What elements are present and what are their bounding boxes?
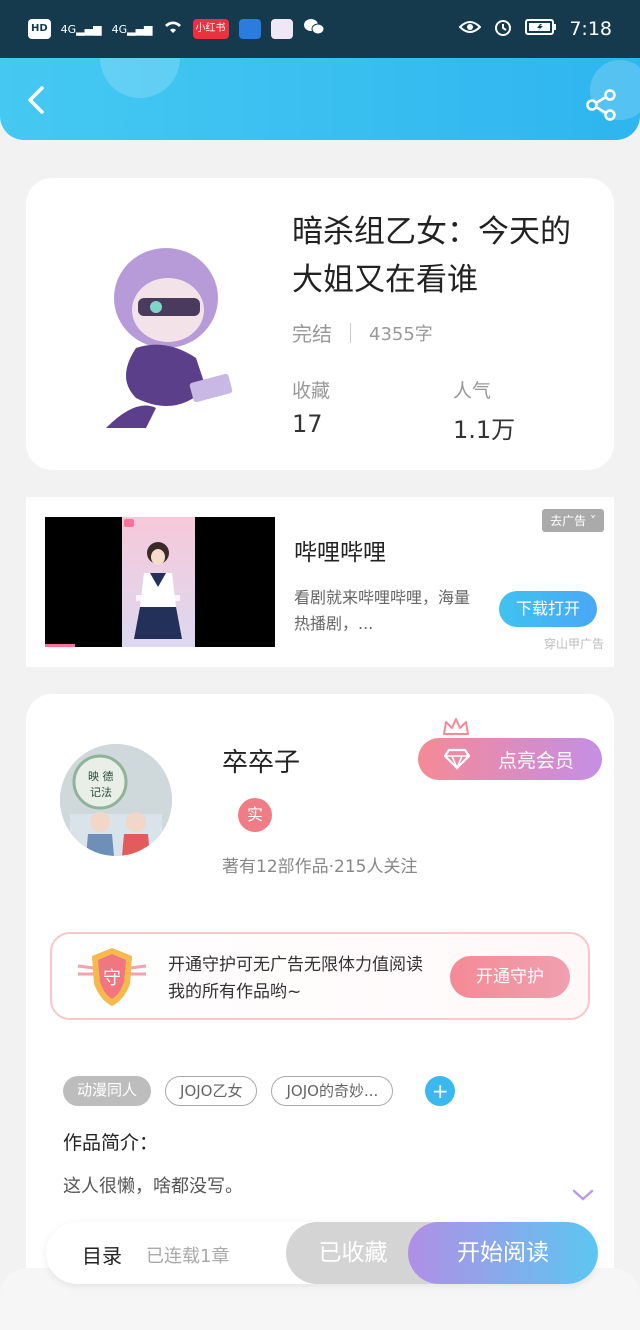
ad-download-button[interactable]: 下载打开 — [499, 591, 597, 627]
ad-video-frame — [122, 517, 195, 647]
alarm-icon — [493, 17, 513, 42]
author-stats: 著有12部作品·215人关注 — [222, 857, 418, 877]
toc-button[interactable]: 目录 — [82, 1240, 122, 1269]
ad-source-label: 穿山甲广告 — [543, 637, 604, 651]
svg-text:映 德: 映 德 — [88, 769, 114, 783]
shield-guard-icon: 守 — [77, 948, 147, 1006]
ad-video-thumbnail[interactable] — [45, 517, 275, 647]
wechat-icon — [303, 18, 325, 40]
chevron-down-icon[interactable] — [572, 1188, 594, 1202]
svg-text:守: 守 — [103, 968, 121, 989]
crown-icon — [443, 718, 469, 735]
collect-label: 收藏 — [292, 380, 331, 402]
book-status: 完结 — [292, 322, 332, 346]
battery-icon — [525, 18, 557, 40]
tag-item[interactable]: JOJO乙女 — [165, 1076, 258, 1106]
bottom-action-bar: 目录 已连载1章 已收藏 开始阅读 — [46, 1222, 598, 1284]
diamond-icon — [444, 748, 470, 770]
author-name: 卒卒子 — [222, 748, 301, 778]
tag-list: 动漫同人 JOJO乙女 JOJO的奇妙... + — [63, 1076, 456, 1106]
intro-title: 作品简介： — [63, 1132, 159, 1154]
intro-text: 这人很懒，啥都没写。 — [63, 1176, 243, 1197]
book-meta: 完结 4355字 — [292, 318, 433, 347]
ad-title: 哔哩哔哩 — [294, 540, 386, 566]
share-icon — [586, 89, 616, 121]
vip-button[interactable]: 点亮会员 — [418, 738, 602, 780]
book-cover-image — [96, 228, 266, 448]
eye-icon — [458, 18, 482, 40]
signal-icon-2: 4G▂▄▆ — [111, 22, 153, 36]
status-bar: HD 4G▂▄▆ 4G▂▄▆ 小红书 7:18 — [0, 0, 640, 58]
ad-description: 看剧就来哔哩哔哩，海量热播剧，... — [294, 588, 471, 633]
book-title: 暗杀组乙女：今天的大姐又在看谁 — [292, 214, 571, 298]
ad-progress-bar — [45, 644, 75, 647]
meta-divider — [350, 322, 351, 343]
app-notification-icon — [238, 19, 261, 39]
back-button[interactable] — [20, 82, 56, 118]
book-info-card: 暗杀组乙女：今天的大姐又在看谁 完结 4355字 收藏 17 人气 1.1万 — [26, 178, 614, 470]
tag-item[interactable]: 动漫同人 — [63, 1076, 152, 1106]
signal-icon-1: 4G▂▄▆ — [60, 22, 102, 36]
collected-label: 已收藏 — [318, 1240, 388, 1266]
back-arrow-icon — [28, 86, 44, 114]
add-tag-button[interactable]: + — [425, 1076, 456, 1106]
open-guard-button[interactable]: 开通守护 — [450, 956, 570, 998]
hd-indicator: HD — [28, 19, 51, 39]
wifi-icon — [163, 19, 183, 39]
tag-item[interactable]: JOJO的奇妙... — [271, 1076, 394, 1106]
vip-button-label: 点亮会员 — [497, 749, 574, 772]
word-count: 4355字 — [369, 323, 433, 345]
ad-banner[interactable]: 哔哩哔哩 看剧就来哔哩哔哩，海量热播剧，... 去广告 ˅ 下载打开 穿山甲广告 — [26, 497, 614, 667]
author-avatar[interactable]: 映 德 记法 — [60, 744, 172, 856]
svg-text:记法: 记法 — [90, 785, 112, 799]
verified-badge: 实 — [238, 798, 272, 832]
app-notification-icon-2 — [270, 19, 293, 39]
collect-value: 17 — [292, 410, 323, 438]
popularity-value: 1.1万 — [453, 416, 516, 444]
clock-time: 7:18 — [569, 18, 612, 40]
popularity-label: 人气 — [453, 380, 492, 402]
app-header — [0, 58, 640, 140]
guard-promo: 守 开通守护可无广告无限体力值阅读我的所有作品哟~ 开通守护 — [50, 932, 590, 1020]
remove-ad-button[interactable]: 去广告 ˅ — [542, 509, 604, 532]
share-button[interactable] — [584, 88, 618, 122]
chapter-count: 已连载1章 — [146, 1246, 230, 1267]
start-reading-button[interactable]: 开始阅读 — [408, 1222, 598, 1284]
decorative-bubble — [100, 58, 180, 98]
guard-promo-text: 开通守护可无广告无限体力值阅读我的所有作品哟~ — [168, 955, 423, 1002]
app-chip-icon: 小红书 — [192, 19, 229, 39]
